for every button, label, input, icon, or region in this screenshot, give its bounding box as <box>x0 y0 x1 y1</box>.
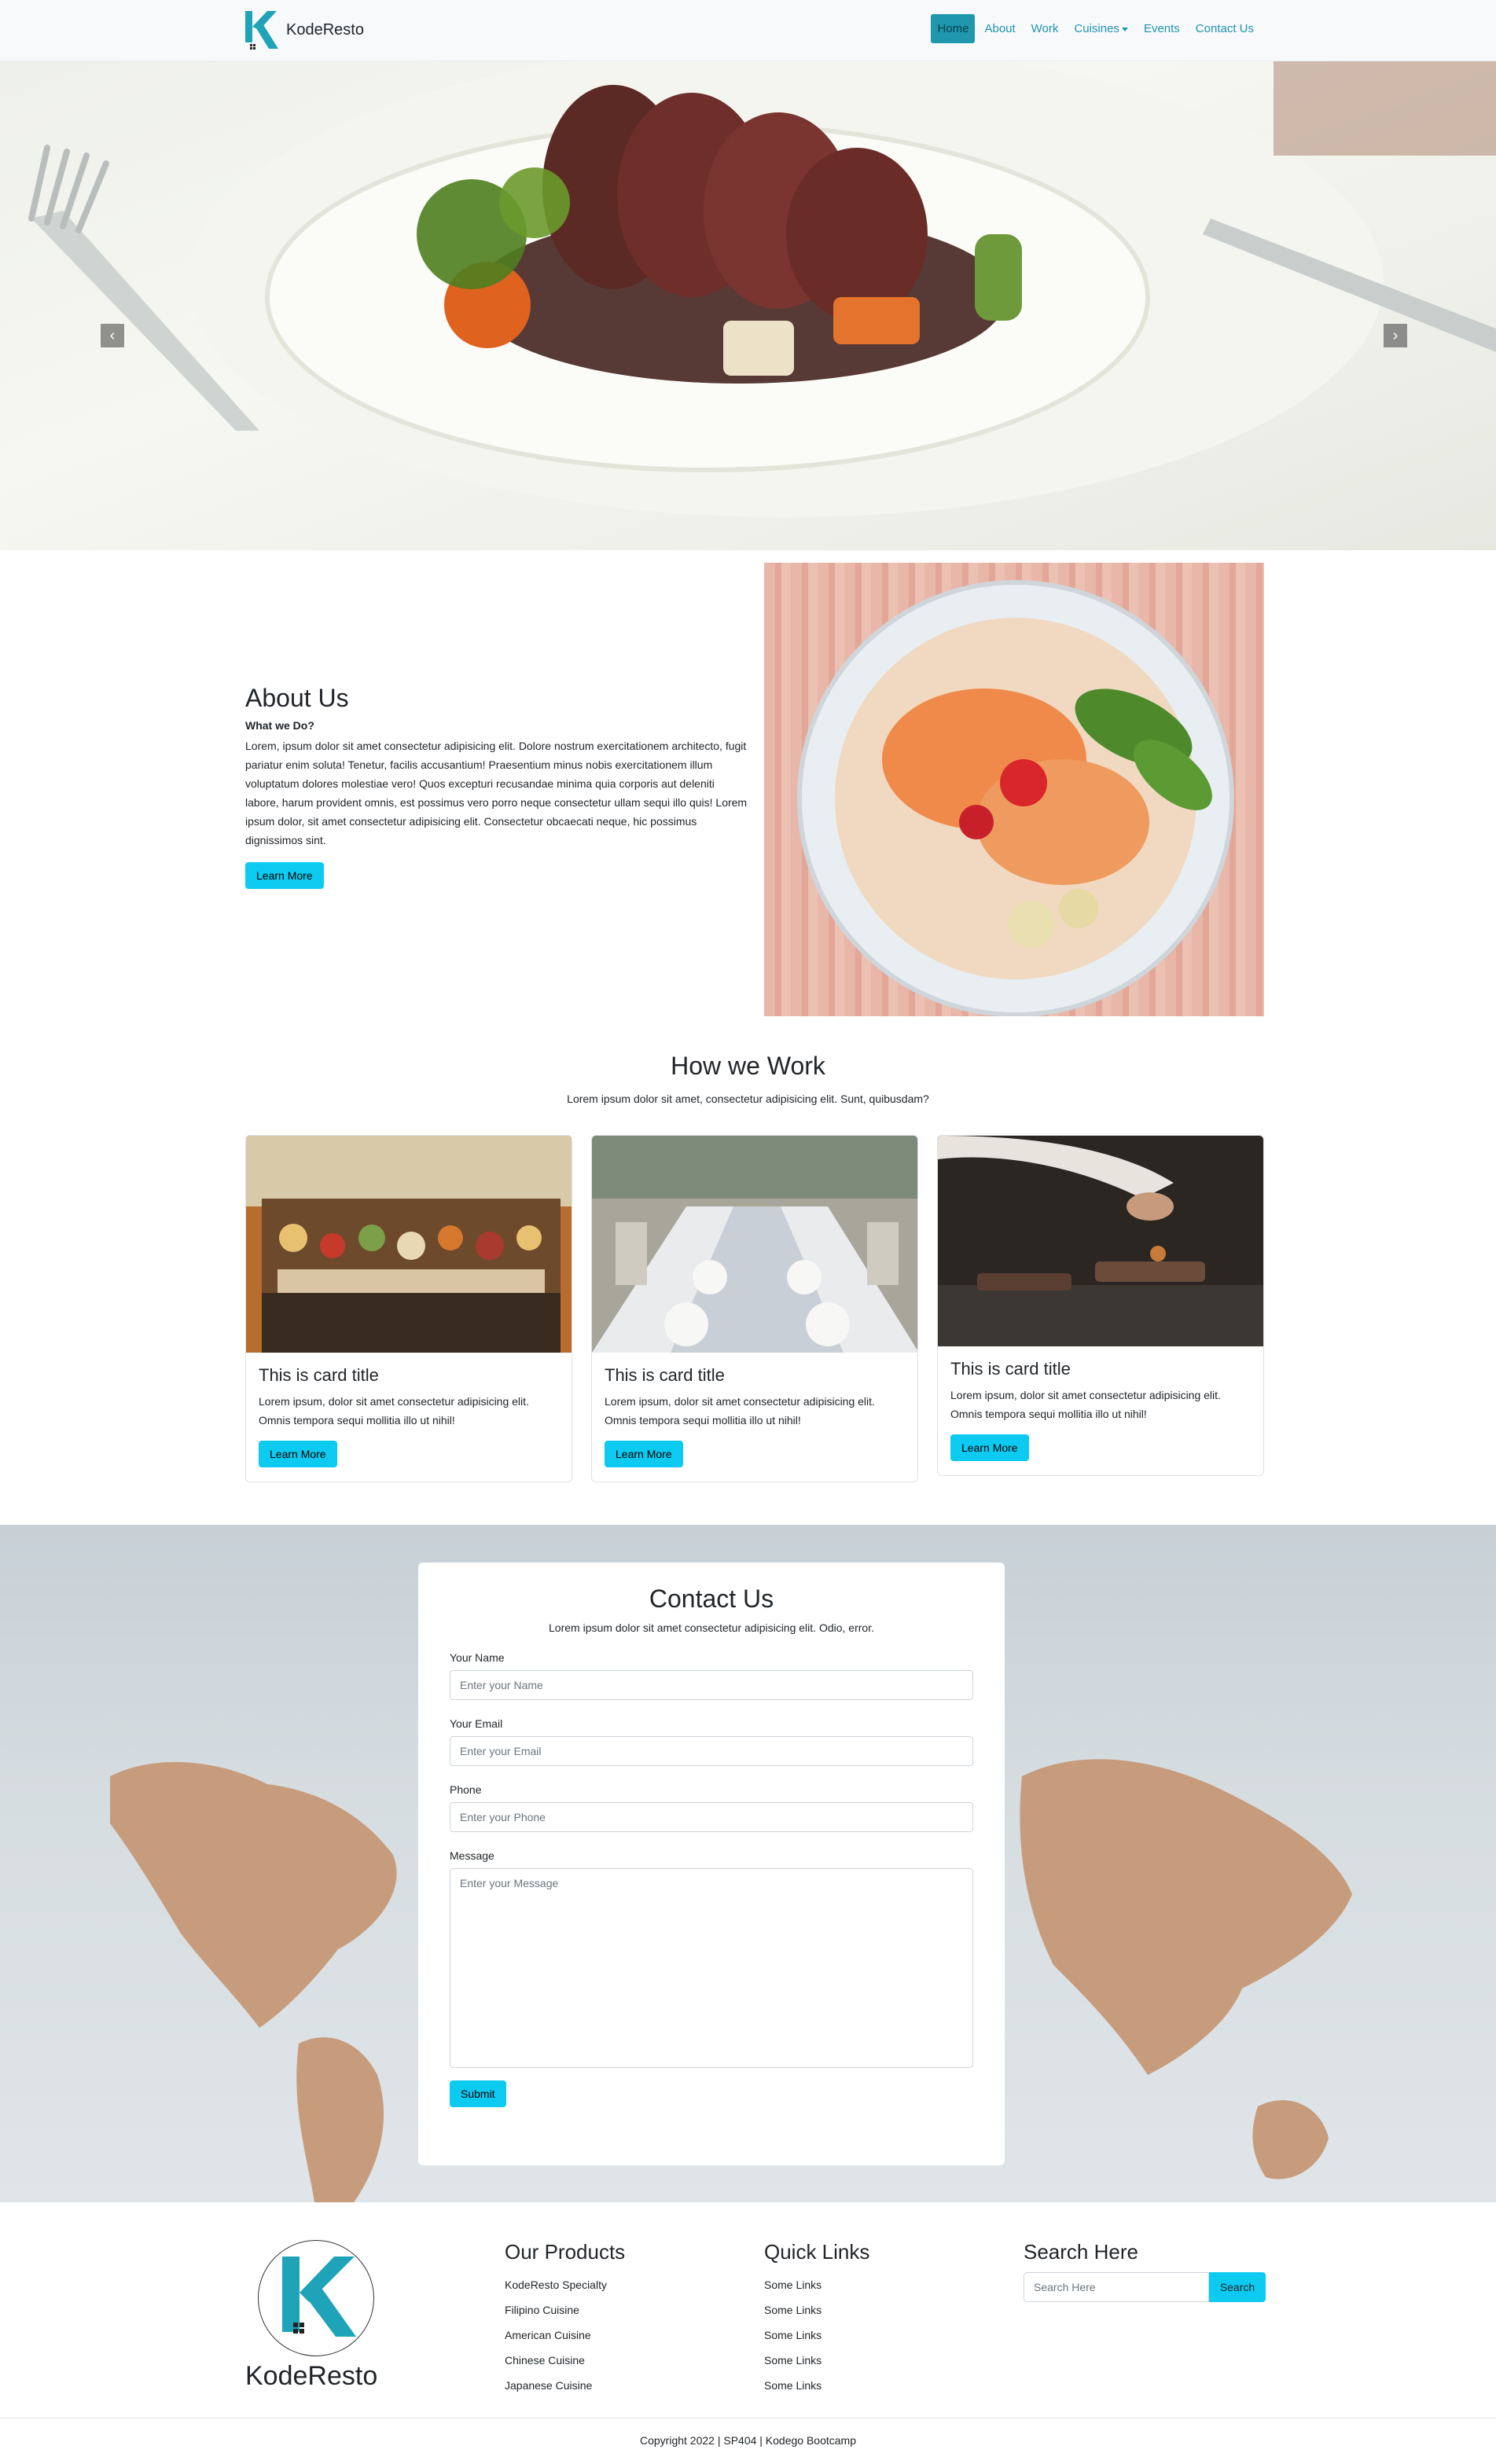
banquet-table-image <box>592 1136 917 1353</box>
copyright: Copyright 2022 | SP404 | Kodego Bootcamp <box>0 2418 1496 2447</box>
about-subtitle: What we Do? <box>245 719 314 732</box>
buffet-image <box>246 1136 572 1353</box>
about-learn-more-button[interactable]: Learn More <box>245 862 324 889</box>
chevron-left-icon: ‹ <box>109 326 116 344</box>
nav-events[interactable]: Events <box>1138 14 1186 43</box>
footer-search-title: Search Here <box>1024 2240 1138 2264</box>
carousel-next-button[interactable]: › <box>1384 324 1407 347</box>
caret-down-icon <box>1121 27 1128 31</box>
chevron-right-icon: › <box>1392 326 1399 344</box>
submit-button[interactable]: Submit <box>450 2080 506 2107</box>
message-label: Message <box>450 1849 494 1862</box>
nav-menu: Home About Work Cuisines Events Contact … <box>931 14 1260 43</box>
card-title: This is card title <box>605 1365 725 1385</box>
footer-search-button[interactable]: Search <box>1209 2272 1266 2302</box>
card-title: This is card title <box>950 1359 1071 1379</box>
how-title: How we Work <box>671 1052 825 1080</box>
about-body: Lorem, ipsum dolor sit amet consectetur … <box>245 740 748 846</box>
carousel-prev-button[interactable]: ‹ <box>101 324 124 347</box>
navbar: KodeResto Home About Work Cuisines Event… <box>0 0 1496 61</box>
nav-cuisines-label: Cuisines <box>1074 22 1119 35</box>
card-text: Lorem ipsum, dolor sit amet consectetur … <box>259 1395 529 1427</box>
footer-brand: KodeResto <box>245 2361 378 2391</box>
footer-product-link[interactable]: Filipino Cuisine <box>505 2297 625 2323</box>
chef-plating-image <box>938 1136 1263 1346</box>
contact-form: Contact Us Lorem ipsum dolor sit amet co… <box>418 1562 1005 2165</box>
work-card: This is card title Lorem ipsum, dolor si… <box>937 1135 1264 1476</box>
contact-title: Contact Us <box>649 1585 774 1613</box>
phone-label: Phone <box>450 1783 482 1796</box>
hero-carousel: ‹ › <box>0 61 1496 550</box>
footer-quick-link[interactable]: Some Links <box>764 2373 869 2398</box>
brand-name: KodeResto <box>286 20 364 39</box>
footer-product-link[interactable]: KodeResto Specialty <box>505 2272 625 2297</box>
work-card: This is card title Lorem ipsum, dolor si… <box>591 1135 918 1482</box>
footer-search-input[interactable]: Search Here <box>1024 2272 1209 2302</box>
nav-work[interactable]: Work <box>1025 14 1065 43</box>
phone-input[interactable]: Enter your Phone <box>450 1802 973 1832</box>
footer-quick-links: Quick Links Some Links Some Links Some L… <box>764 2240 869 2398</box>
footer-quick-link[interactable]: Some Links <box>764 2272 869 2297</box>
footer-quick-link[interactable]: Some Links <box>764 2348 869 2373</box>
how-subtitle: Lorem ipsum dolor sit amet, consectetur … <box>567 1092 929 1105</box>
about-section: About Us What we Do? Lorem, ipsum dolor … <box>245 684 748 889</box>
footer-product-link[interactable]: Japanese Cuisine <box>505 2373 625 2398</box>
card-learn-more-button[interactable]: Learn More <box>950 1434 1029 1461</box>
work-card: This is card title Lorem ipsum, dolor si… <box>245 1135 572 1482</box>
footer-quick-link[interactable]: Some Links <box>764 2297 869 2323</box>
nav-home[interactable]: Home <box>931 14 976 43</box>
footer-products: Our Products KodeResto Specialty Filipin… <box>505 2240 625 2398</box>
name-input[interactable]: Enter your Name <box>450 1670 973 1700</box>
card-text: Lorem ipsum, dolor sit amet consectetur … <box>950 1389 1221 1420</box>
card-title: This is card title <box>259 1365 379 1385</box>
footer-products-title: Our Products <box>505 2240 626 2264</box>
footer-product-link[interactable]: American Cuisine <box>505 2323 625 2348</box>
card-learn-more-button[interactable]: Learn More <box>259 1441 337 1467</box>
nav-contact[interactable]: Contact Us <box>1189 14 1260 43</box>
kode-logo-icon <box>282 2257 356 2337</box>
card-text: Lorem ipsum, dolor sit amet consectetur … <box>605 1395 875 1427</box>
kode-logo-icon <box>244 8 280 52</box>
message-textarea[interactable]: Enter your Message <box>450 1868 973 2068</box>
nav-cuisines-dropdown[interactable]: Cuisines <box>1068 14 1134 43</box>
nav-about[interactable]: About <box>978 14 1021 43</box>
steak-dish-image <box>28 61 1496 517</box>
noodle-bowl-image <box>764 563 1264 1016</box>
about-title: About Us <box>245 684 349 712</box>
footer-links-title: Quick Links <box>764 2240 870 2264</box>
contact-subtitle: Lorem ipsum dolor sit amet consectetur a… <box>549 1621 874 1634</box>
footer-search: Search Here Search Here Search <box>1024 2240 1266 2302</box>
email-input[interactable]: Enter your Email <box>450 1736 973 1766</box>
footer-logo <box>258 2240 374 2356</box>
footer-product-link[interactable]: Chinese Cuisine <box>505 2348 625 2373</box>
email-label: Your Email <box>450 1717 503 1730</box>
card-learn-more-button[interactable]: Learn More <box>605 1441 683 1467</box>
brand[interactable]: KodeResto <box>244 8 364 52</box>
name-label: Your Name <box>450 1651 505 1664</box>
footer-quick-link[interactable]: Some Links <box>764 2323 869 2348</box>
